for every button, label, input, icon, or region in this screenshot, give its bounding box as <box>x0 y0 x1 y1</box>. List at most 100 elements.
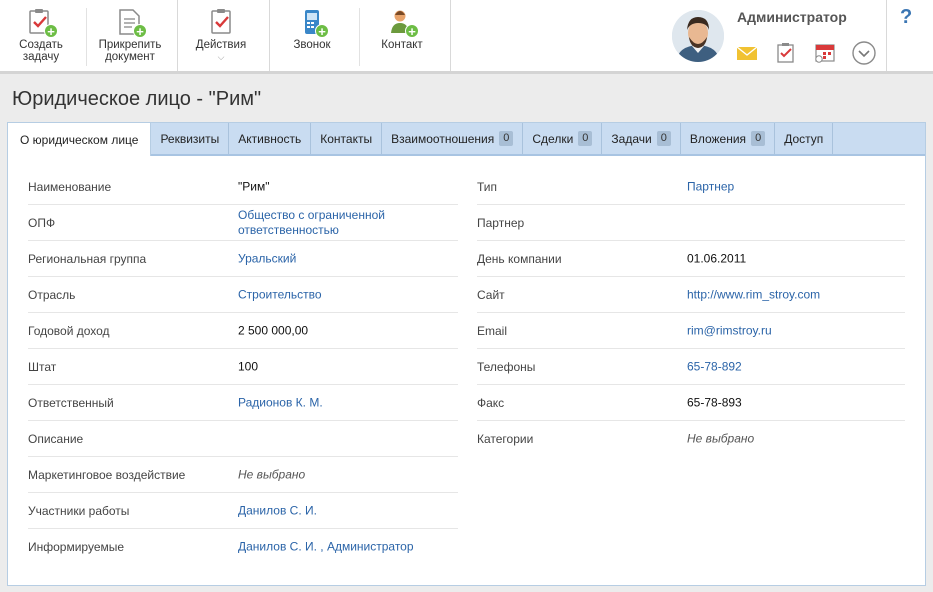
help-icon[interactable]: ? <box>900 6 912 29</box>
field-label: Ответственный <box>28 395 114 410</box>
tab-label: Реквизиты <box>160 131 220 146</box>
right-field-column: Тип Партнер Партнер День компании 01.06.2011… <box>477 169 905 457</box>
field-row-staff: Штат 100 <box>28 349 458 385</box>
tab-activity[interactable]: Активность <box>229 123 312 154</box>
field-label: Факс <box>477 395 505 410</box>
tab-label: Взаимоотношения <box>391 131 495 146</box>
field-row-company-day: День компании 01.06.2011 <box>477 241 905 277</box>
tab-label: Вложения <box>689 131 747 146</box>
field-row-email: Email rim@rimstroy.ru <box>477 313 905 349</box>
field-row-website: Сайт http://www.rim_stroy.com <box>477 277 905 313</box>
tab-requisites[interactable]: Реквизиты <box>151 123 230 154</box>
field-value-name: "Рим" <box>238 179 270 193</box>
contact-label: Контакт <box>381 39 423 51</box>
tab-label: Активность <box>238 131 302 146</box>
call-button[interactable]: + Звонок <box>283 0 341 71</box>
tab-count-badge: 0 <box>656 131 671 146</box>
contact-button[interactable]: + Контакт <box>372 0 432 71</box>
tab-count-badge: 0 <box>578 131 593 146</box>
actions-icon <box>206 7 236 37</box>
field-label: Годовой доход <box>28 323 110 338</box>
field-label: День компании <box>477 251 562 266</box>
tab-count-badge: 0 <box>751 131 766 146</box>
field-row-phones: Телефоны 65-78-892 <box>477 349 905 385</box>
toolbar-divider <box>269 0 270 71</box>
calendar-icon[interactable] <box>814 42 836 64</box>
tab-contacts[interactable]: Контакты <box>311 123 383 154</box>
field-label: Тип <box>477 179 498 194</box>
user-name[interactable]: Администратор <box>737 9 847 25</box>
field-row-informed: Информируемые Данилов С. И. , Администрат… <box>28 529 458 565</box>
toolbar-divider <box>886 0 887 71</box>
field-value-phones[interactable]: 65-78-892 <box>687 359 742 374</box>
page-title: Юридическое лицо - "Рим" <box>12 88 262 110</box>
field-row-type: Тип Партнер <box>477 169 905 205</box>
avatar[interactable] <box>672 10 724 62</box>
actions-label: Действия <box>195 39 247 51</box>
attach-document-label: Прикрепить документ <box>98 39 162 63</box>
field-value-website[interactable]: http://www.rim_stroy.com <box>687 287 820 302</box>
field-value-industry[interactable]: Строительство <box>238 287 322 302</box>
tab-relations[interactable]: Взаимоотношения 0 <box>382 123 524 154</box>
field-row-legal-form: ОПФ Общество с ограниченной ответственнос… <box>28 205 458 241</box>
field-value-staff: 100 <box>238 359 259 373</box>
tab-attachments[interactable]: Вложения 0 <box>681 123 776 154</box>
field-label: Участники работы <box>28 503 130 518</box>
chevron-down-icon[interactable] <box>852 41 876 65</box>
field-label: Телефоны <box>477 359 536 374</box>
tasks-icon[interactable] <box>775 42 797 64</box>
tab-about[interactable]: О юридическом лице <box>8 123 152 156</box>
attach-document-button[interactable]: + Прикрепить документ <box>93 0 167 71</box>
field-row-annual-income: Годовой доход 2 500 000,00 <box>28 313 458 349</box>
tab-label: Доступ <box>784 131 824 146</box>
document-attach-icon: + <box>115 7 147 38</box>
field-value-categories: Не выбрано <box>687 431 755 446</box>
field-value-company-day: 01.06.2011 <box>687 251 747 265</box>
toolbar-divider <box>177 0 178 71</box>
field-label: Маркетинговое воздействие <box>28 467 186 482</box>
field-label: Отрасль <box>28 287 76 302</box>
contact-add-icon: + <box>387 7 419 38</box>
field-row-name: Наименование "Рим" <box>28 169 458 205</box>
field-value-fax: 65-78-893 <box>687 395 742 409</box>
field-row-participants: Участники работы Данилов С. И. <box>28 493 458 529</box>
entity-card: О юридическом лице Реквизиты Активность Кон… <box>7 122 926 586</box>
field-label: ОПФ <box>28 215 56 230</box>
field-row-responsible: Ответственный Радионов К. М. <box>28 385 458 421</box>
field-value-annual-income: 2 500 000,00 <box>238 323 309 337</box>
chevron-down-icon: ⌵ <box>217 52 225 62</box>
task-add-icon: + <box>26 7 58 38</box>
field-label: Категории <box>477 432 534 446</box>
field-value-informed[interactable]: Данилов С. И. , Администратор <box>238 540 414 555</box>
field-label: Партнер <box>477 215 525 230</box>
field-row-partner: Партнер <box>477 205 905 241</box>
field-label: Наименование <box>28 179 112 194</box>
field-value-legal-form[interactable]: Общество с ограниченной ответственностью <box>238 208 385 238</box>
create-task-button[interactable]: + Создать задачу <box>12 0 70 71</box>
tab-label: Задачи <box>611 131 652 146</box>
call-label: Звонок <box>293 39 331 51</box>
field-value-participants[interactable]: Данилов С. И. <box>238 503 317 518</box>
tab-label: Контакты <box>320 131 373 146</box>
tab-count-badge: 0 <box>499 131 514 146</box>
create-task-label: Создать задачу <box>19 39 63 63</box>
field-row-categories: Категории Не выбрано <box>477 421 905 457</box>
field-value-regional-group[interactable]: Уральский <box>238 251 296 266</box>
field-value-type[interactable]: Партнер <box>687 179 734 194</box>
tab-access[interactable]: Доступ <box>775 123 834 154</box>
field-row-regional-group: Региональная группа Уральский <box>28 241 458 277</box>
tab-deals[interactable]: Сделки 0 <box>523 123 603 154</box>
tab-label: Сделки <box>532 131 574 146</box>
tab-tasks[interactable]: Задачи 0 <box>602 123 681 154</box>
field-row-description: Описание <box>28 421 458 457</box>
mail-icon[interactable] <box>736 42 758 64</box>
actions-button[interactable]: Действия ⌵ <box>188 0 254 71</box>
field-value-email[interactable]: rim@rimstroy.ru <box>687 323 772 338</box>
tab-label: О юридическом лице <box>20 132 139 147</box>
toolbar-divider <box>450 0 451 71</box>
field-row-marketing: Маркетинговое воздействие Не выбрано <box>28 457 458 493</box>
field-value-responsible[interactable]: Радионов К. М. <box>238 395 323 410</box>
field-row-industry: Отрасль Строительство <box>28 277 458 313</box>
field-label: Региональная группа <box>28 251 147 266</box>
toolbar-divider <box>86 8 87 66</box>
